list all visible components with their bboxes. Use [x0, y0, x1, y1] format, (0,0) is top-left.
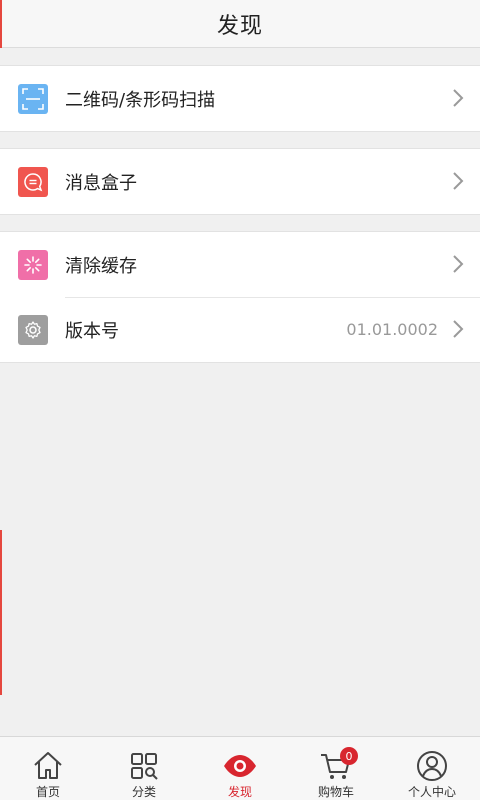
- tab-profile-label: 个人中心: [407, 785, 456, 799]
- clear-cache-row[interactable]: 清除缓存: [0, 232, 480, 297]
- page-header: 发现: [0, 0, 480, 48]
- menu-group-scan: 二维码/条形码扫描: [0, 65, 480, 132]
- scan-label: 二维码/条形码扫描: [65, 89, 216, 111]
- scan-icon: [18, 84, 48, 114]
- tab-discover-label: 发现: [227, 785, 252, 799]
- version-value: 01.01.0002: [346, 320, 438, 339]
- message-icon: [18, 167, 48, 197]
- chevron-right-icon: [453, 172, 464, 190]
- chevron-right-icon: [453, 89, 464, 107]
- tab-home-label: 首页: [35, 785, 60, 799]
- category-icon: [131, 753, 158, 780]
- page-title: 发现: [216, 13, 263, 39]
- version-row[interactable]: 版本号 01.01.0002: [0, 297, 480, 362]
- messages-label: 消息盒子: [65, 172, 137, 194]
- tab-category[interactable]: 分类: [96, 737, 192, 800]
- scan-row[interactable]: 二维码/条形码扫描: [0, 66, 480, 131]
- version-label: 版本号: [65, 320, 119, 342]
- menu-group-system: 清除缓存 版本号 01.01.0002: [0, 231, 480, 363]
- cart-badge: 0: [340, 747, 358, 765]
- user-icon: [417, 751, 447, 781]
- tab-category-label: 分类: [131, 785, 156, 799]
- clear-cache-icon: [18, 250, 48, 280]
- settings-icon: [18, 315, 48, 345]
- chevron-right-icon: [453, 320, 464, 338]
- menu-group-messages: 消息盒子: [0, 148, 480, 215]
- bottom-tab-bar: 首页 分类 发现 0 购物车 个人中心: [0, 736, 480, 800]
- home-icon: [34, 752, 62, 779]
- tab-profile[interactable]: 个人中心: [384, 737, 480, 800]
- chevron-right-icon: [453, 255, 464, 273]
- tab-cart-label: 购物车: [317, 785, 354, 799]
- eye-icon: [224, 755, 256, 777]
- tab-home[interactable]: 首页: [0, 737, 96, 800]
- messages-row[interactable]: 消息盒子: [0, 149, 480, 214]
- edge-mark: [0, 530, 2, 695]
- edge-mark: [0, 0, 2, 48]
- tab-discover[interactable]: 发现: [192, 737, 288, 800]
- clear-cache-label: 清除缓存: [65, 255, 137, 277]
- tab-cart[interactable]: 0 购物车: [288, 737, 384, 800]
